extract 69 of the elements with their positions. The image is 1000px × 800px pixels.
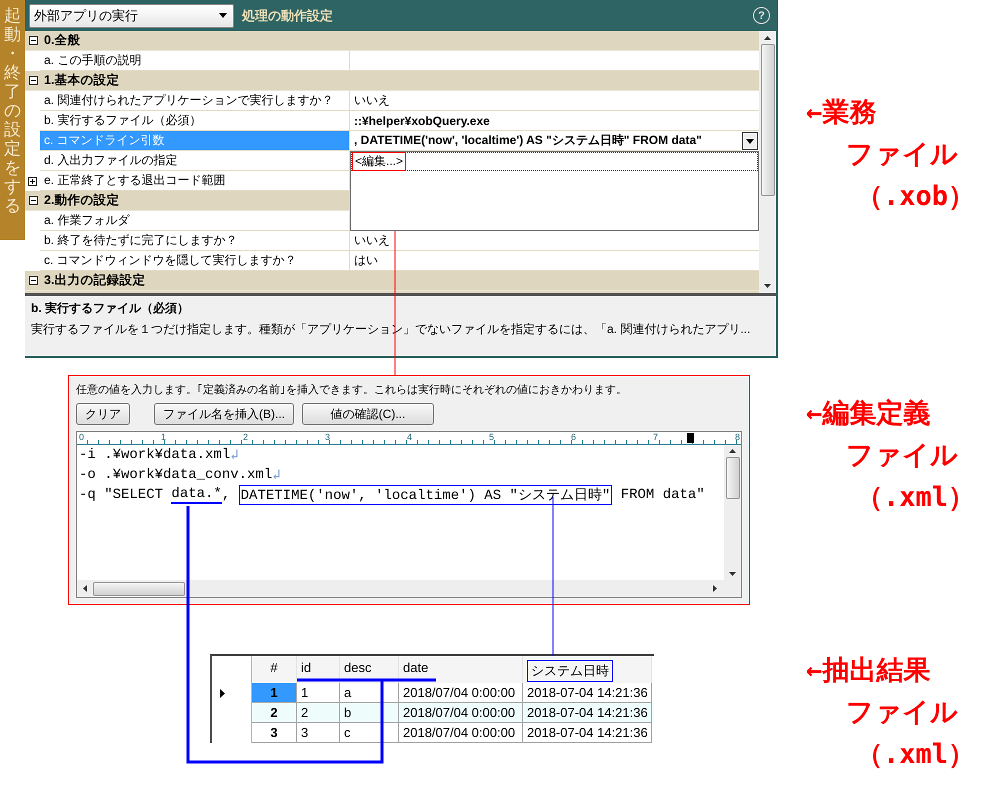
property-label[interactable]: a. 作業フォルダ [40,211,350,231]
code-text: -i .¥work¥data.xml [79,447,230,463]
scroll-left-icon[interactable] [83,585,87,592]
collapse-icon[interactable] [29,196,38,205]
caret-icon [746,138,754,144]
description-title: b. 実行するファイル（必須） [31,300,190,317]
column-header[interactable]: id [301,660,312,675]
table-cell: b [340,703,399,723]
table-cell: 2018/07/04 0:00:00 [399,723,523,743]
annotation-label: ←抽出結果 ファイル （.xml） [806,654,976,772]
scroll-up-icon[interactable] [729,449,736,453]
toolbar-button[interactable]: 値の確認(C)... [302,403,434,425]
code-text: FROM data" [620,487,705,503]
column-header[interactable]: システム日時 [527,660,613,682]
property-label[interactable]: a. 関連付けられたアプリケーションで実行しますか？ [40,91,350,111]
group-heading: 1.基本の設定 [44,72,120,89]
table-cell: 2 [297,703,340,723]
collapse-icon[interactable] [29,76,38,85]
line-end-mark: ↲ [230,446,239,464]
property-label[interactable]: b. 終了を待たずに完了にしますか？ [40,231,350,251]
current-row-icon [220,688,225,698]
table-cell: c [340,723,399,743]
scroll-down-icon[interactable] [729,572,736,576]
edit-option[interactable]: <編集...> [352,152,406,171]
table-cell: 3 [297,723,340,743]
annotation-label: ←編集定義 ファイル （.xml） [806,397,976,515]
table-cell: 1 [252,683,297,703]
vertical-scrollbar[interactable] [724,445,741,580]
code-text: -q "SELECT [79,487,164,503]
code-text: DATETIME('now', 'localtime') AS "システム日時" [238,485,612,505]
table-cell: 2 [252,703,297,723]
action-select[interactable]: 外部アプリの実行 [29,4,234,28]
instruction-text: 任意の値を入力します。｢定義済みの名前｣を挿入できます。これらは実行時にそれぞれの値におきかわります。 [76,382,628,397]
scroll-right-icon[interactable] [713,585,717,592]
collapse-icon[interactable] [29,36,38,45]
property-label[interactable]: a. この手順の説明 [40,51,350,71]
line-end-mark: ↲ [272,466,281,484]
collapse-icon[interactable] [29,276,38,285]
group-heading: 0.全般 [44,32,80,49]
property-label[interactable]: c. コマンドウィンドウを隠して実行しますか？ [40,251,350,271]
code-text: , [222,487,232,503]
code-text: data.* [171,486,222,504]
property-label[interactable]: d. 入出力ファイルの指定 [40,151,350,171]
ruler: 0 1 2 3 4 5 6 7 8 [77,432,741,445]
property-label[interactable]: e. 正常終了とする退出コード範囲 [40,171,350,191]
horizontal-scrollbar[interactable] [77,580,741,597]
code-text: -o .¥work¥data_conv.xml [79,467,272,483]
table-cell: 2018/07/04 0:00:00 [399,703,523,723]
column-header[interactable]: # [270,660,278,675]
table-cell: 3 [252,723,297,743]
panel-title: 処理の動作設定 [242,6,334,24]
toolbar-button[interactable]: クリア [76,403,130,425]
scroll-down-icon[interactable] [764,284,771,288]
vertical-scrollbar[interactable] [759,31,776,293]
annotation-label: ←業務 ファイル （.xob） [806,96,976,214]
toolbar-button[interactable]: ファイル名を挿入(B)... [154,403,294,425]
dropdown-button[interactable] [742,132,758,150]
caret-icon [219,13,227,18]
text-editor[interactable]: 0 1 2 3 4 5 6 7 8 -i .¥work¥data.xml↲ -o .¥work¥data_conv.xml↲ -q "SELECT data.*, DATETIME('now', 'localtime') AS "システム日時" FROM data" [76,431,742,598]
group-heading: 3.出力の記録設定 [44,272,146,289]
property-label[interactable]: b. 実行するファイル（必須） [40,111,350,131]
column-header[interactable]: date [403,660,428,675]
help-button[interactable]: ? [753,7,770,24]
table-cell: 2018-07-04 14:21:36 [523,703,652,723]
table-cell: 2018-07-04 14:21:36 [523,723,652,743]
group-heading: 2.動作の設定 [44,192,120,209]
scroll-up-icon[interactable] [764,36,771,40]
expand-icon[interactable] [28,176,37,186]
property-value[interactable]: , DATETIME('now', 'localtime') AS "システム日時" FROM data" [350,131,741,151]
